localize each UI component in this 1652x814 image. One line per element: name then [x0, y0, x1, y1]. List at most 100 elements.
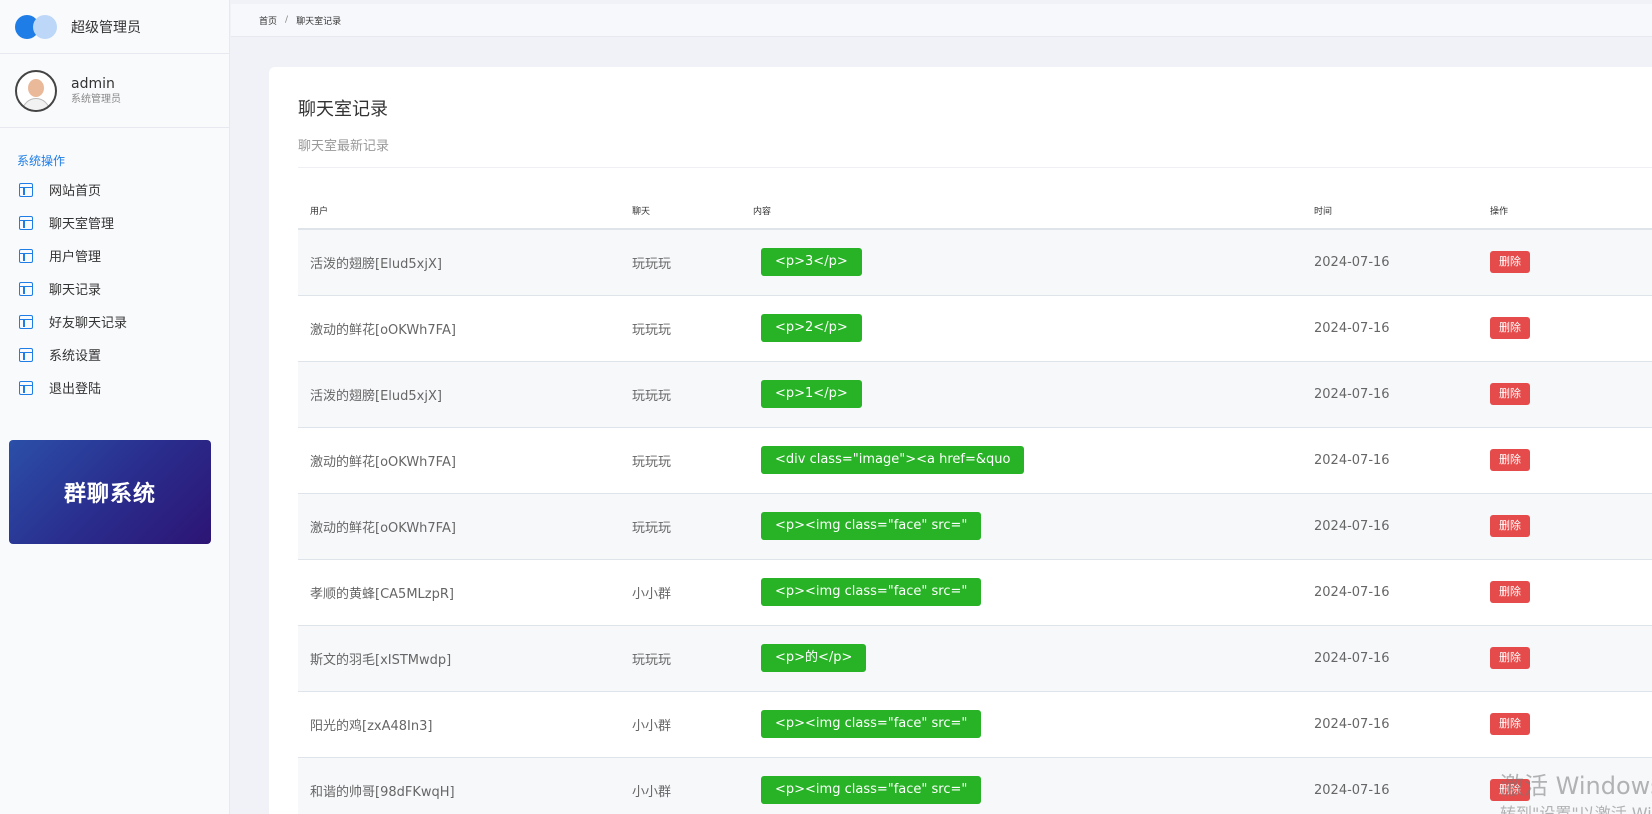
delete-button[interactable]: 删除 — [1490, 713, 1530, 735]
sidebar-item-chat-records[interactable]: 聊天记录 — [0, 272, 229, 305]
table-row: 斯文的羽毛[xISTMwdp] 玩玩玩 <p>的</p> 2024-07-16 删除 — [298, 625, 1652, 692]
table-row: 激动的鲜花[oOKWh7FA] 玩玩玩 <p><img class="face" s… — [298, 493, 1652, 560]
brand: 超级管理员 — [0, 0, 229, 54]
cell-user: 斯文的羽毛[xISTMwdp] — [298, 625, 620, 692]
cell-content: <p>1</p> — [741, 361, 1302, 428]
cell-chat: 玩玩玩 — [620, 295, 741, 362]
sidebar-item-user-manage[interactable]: 用户管理 — [0, 239, 229, 272]
cell-action: 删除 — [1478, 559, 1652, 626]
avatar[interactable] — [15, 69, 57, 112]
activation-watermark-subtitle: 转到"设置"以激活 Windows。 — [1500, 804, 1652, 814]
cell-time: 2024-07-16 — [1302, 229, 1478, 296]
column-header-time: 时间 — [1302, 193, 1478, 230]
column-header-user: 用户 — [298, 193, 620, 230]
layout-icon — [19, 215, 33, 230]
cell-action: 删除 — [1478, 625, 1652, 692]
sidebar-item-label: 聊天记录 — [49, 283, 102, 298]
records-table: 用户 聊天 内容 时间 操作 活泼的翅膀[Elud5xjX] 玩玩玩 <p>3</p… — [298, 193, 1652, 814]
table-row: 和谐的帅哥[98dFKwqH] 小小群 <p><img class="face" s… — [298, 757, 1652, 814]
promo-text: 群聊系统 — [63, 482, 156, 507]
sidebar-item-logout[interactable]: 退出登陆 — [0, 371, 229, 404]
cell-chat: 玩玩玩 — [620, 625, 741, 692]
cell-user: 激动的鲜花[oOKWh7FA] — [298, 295, 620, 362]
breadcrumb-current: 聊天室记录 — [296, 16, 342, 27]
cell-action: 删除 — [1478, 691, 1652, 758]
sidebar: 超级管理员 admin 系统管理员 系统操作 网站首页 聊天室管理 用户管理 聊… — [0, 0, 230, 814]
divider — [298, 167, 1652, 168]
cell-action: 删除 — [1478, 427, 1652, 494]
promo-banner: 群聊系统 — [9, 440, 211, 544]
table-row: 活泼的翅膀[Elud5xjX] 玩玩玩 <p>1</p> 2024-07-16 删除 — [298, 361, 1652, 428]
content-tag: <p>的</p> — [761, 644, 867, 672]
cell-time: 2024-07-16 — [1302, 691, 1478, 758]
delete-button[interactable]: 删除 — [1490, 317, 1530, 339]
sidebar-item-home[interactable]: 网站首页 — [0, 173, 229, 206]
cell-chat: 小小群 — [620, 559, 741, 626]
cell-content: <div class="image"><a href=&quo — [741, 427, 1302, 494]
breadcrumb-home[interactable]: 首页 — [259, 14, 277, 27]
cell-user: 激动的鲜花[oOKWh7FA] — [298, 427, 620, 494]
cell-content: <p><img class="face" src=" — [741, 757, 1302, 814]
cell-time: 2024-07-16 — [1302, 625, 1478, 692]
cell-time: 2024-07-16 — [1302, 295, 1478, 362]
cell-user: 孝顺的黄蜂[CA5MLzpR] — [298, 559, 620, 626]
cell-chat: 小小群 — [620, 757, 741, 814]
column-header-chat: 聊天 — [620, 193, 741, 230]
content-tag: <p>3</p> — [761, 248, 862, 277]
sidebar-item-label: 好友聊天记录 — [49, 316, 128, 331]
content-tag: <p>2</p> — [761, 314, 862, 342]
sidebar-item-label: 退出登陆 — [49, 382, 102, 397]
sidebar-item-settings[interactable]: 系统设置 — [0, 338, 229, 371]
delete-button[interactable]: 删除 — [1490, 581, 1530, 603]
sidebar-item-friend-chat-records[interactable]: 好友聊天记录 — [0, 305, 229, 338]
sidebar-item-chatroom-manage[interactable]: 聊天室管理 — [0, 206, 229, 239]
table-row: 激动的鲜花[oOKWh7FA] 玩玩玩 <div class="image"><a … — [298, 427, 1652, 494]
user-panel: admin 系统管理员 — [0, 54, 229, 128]
delete-button[interactable]: 删除 — [1490, 383, 1530, 405]
records-card: 聊天室记录 聊天室最新记录 用户 聊天 内容 时间 操作 活泼的翅膀[Elud5… — [269, 67, 1652, 814]
sidebar-item-label: 系统设置 — [49, 349, 102, 364]
table-row: 阳光的鸡[zxA48In3] 小小群 <p><img class="face" sr… — [298, 691, 1652, 758]
layout-icon — [19, 281, 33, 296]
page-title: 聊天室记录 — [298, 99, 388, 120]
user-name: admin — [71, 75, 115, 92]
cell-time: 2024-07-16 — [1302, 757, 1478, 814]
delete-button[interactable]: 删除 — [1490, 449, 1530, 471]
content-tag: <p><img class="face" src=" — [761, 578, 982, 606]
delete-button[interactable]: 删除 — [1490, 251, 1530, 274]
cell-content: <p>2</p> — [741, 295, 1302, 362]
layout-icon — [19, 182, 33, 197]
layout-icon — [19, 380, 33, 395]
delete-button[interactable]: 删除 — [1490, 647, 1530, 669]
cell-content: <p>的</p> — [741, 625, 1302, 692]
sidebar-item-label: 聊天室管理 — [49, 217, 115, 232]
cell-action: 删除 — [1478, 295, 1652, 362]
cell-chat: 玩玩玩 — [620, 361, 741, 428]
cell-chat: 玩玩玩 — [620, 427, 741, 494]
cell-time: 2024-07-16 — [1302, 493, 1478, 560]
table-header-row: 用户 聊天 内容 时间 操作 — [298, 193, 1652, 230]
breadcrumb-separator: / — [285, 15, 289, 25]
cell-user: 活泼的翅膀[Elud5xjX] — [298, 229, 620, 296]
delete-button[interactable]: 删除 — [1490, 515, 1530, 537]
cell-user: 阳光的鸡[zxA48In3] — [298, 691, 620, 758]
breadcrumb: 首页 / 聊天室记录 — [231, 4, 1652, 37]
cell-action: 删除 — [1478, 493, 1652, 560]
cell-content: <p>3</p> — [741, 229, 1302, 296]
activation-watermark-title: 激活 Windows — [1500, 772, 1652, 800]
layout-icon — [19, 347, 33, 362]
cell-content: <p><img class="face" src=" — [741, 559, 1302, 626]
table-row: 激动的鲜花[oOKWh7FA] 玩玩玩 <p>2</p> 2024-07-16 删除 — [298, 295, 1652, 362]
cell-content: <p><img class="face" src=" — [741, 691, 1302, 758]
cell-chat: 玩玩玩 — [620, 229, 741, 296]
content-tag: <p><img class="face" src=" — [761, 512, 982, 540]
brand-title: 超级管理员 — [71, 19, 141, 36]
cell-chat: 玩玩玩 — [620, 493, 741, 560]
cell-user: 和谐的帅哥[98dFKwqH] — [298, 757, 620, 814]
page-subtitle: 聊天室最新记录 — [298, 139, 390, 154]
sidebar-item-label: 网站首页 — [49, 184, 102, 199]
table-row: 孝顺的黄蜂[CA5MLzpR] 小小群 <p><img class="face" s… — [298, 559, 1652, 626]
layout-icon — [19, 248, 33, 263]
logo-icon — [15, 14, 59, 40]
cell-action: 删除 — [1478, 229, 1652, 296]
